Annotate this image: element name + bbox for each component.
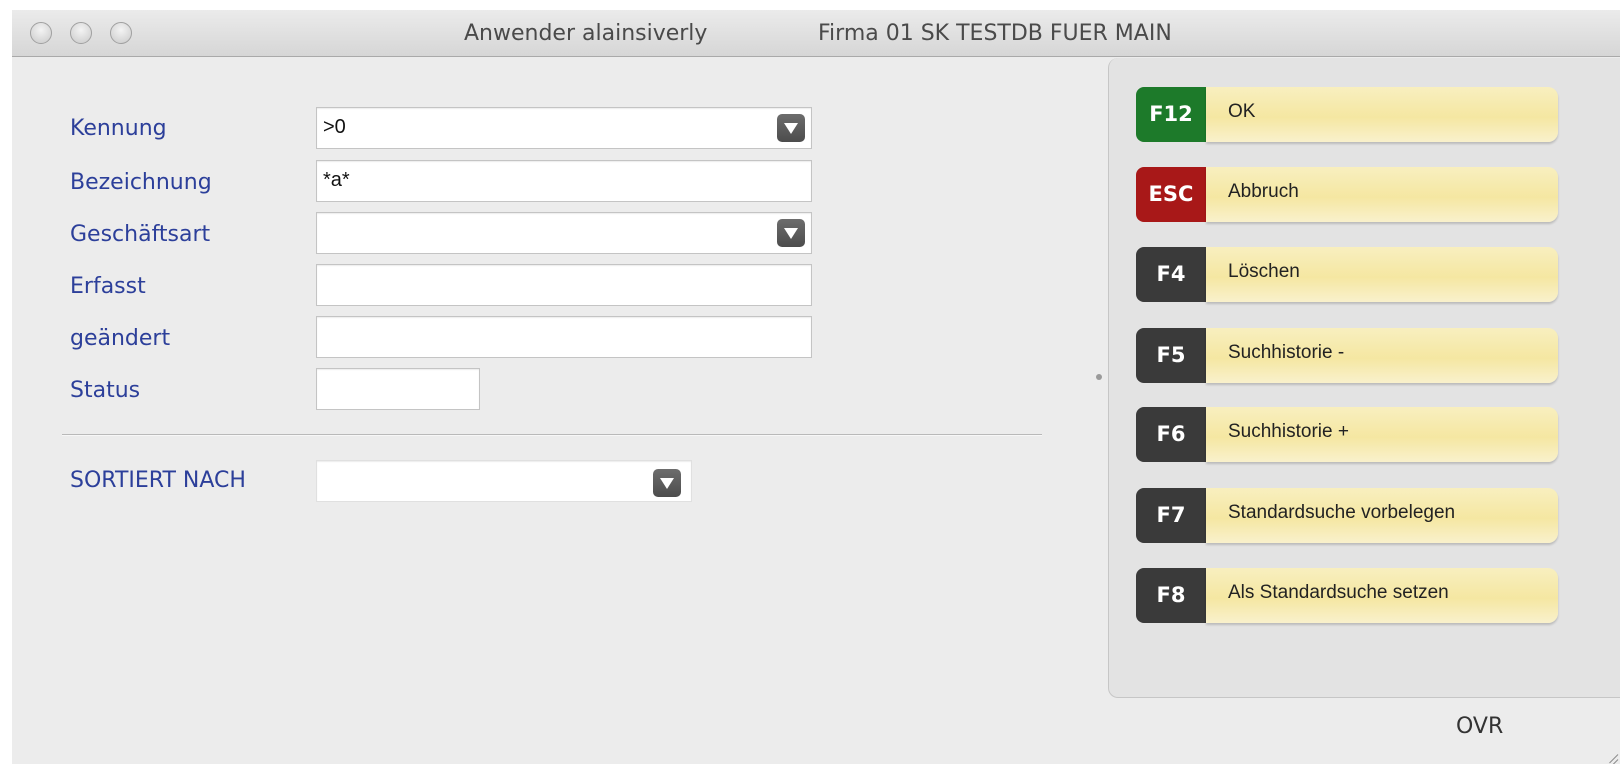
f12-key-badge: F12 xyxy=(1136,87,1206,142)
ok-button-label: OK xyxy=(1206,87,1558,142)
loeschen-button[interactable]: F4 Löschen xyxy=(1136,247,1558,302)
standardsuche-vorbelegen-button-label: Standardsuche vorbelegen xyxy=(1206,488,1558,543)
abbruch-button[interactable]: ESC Abbruch xyxy=(1136,167,1558,222)
kennung-value: >0 xyxy=(323,116,346,138)
esc-key-badge: ESC xyxy=(1136,167,1206,222)
als-standardsuche-setzen-button-label: Als Standardsuche setzen xyxy=(1206,568,1558,623)
window-title-user: Anwender alainsiverly xyxy=(464,21,708,46)
window-titlebar[interactable]: Anwender alainsiverly Firma 01 SK TESTDB… xyxy=(12,10,1620,57)
erfasst-input[interactable] xyxy=(316,264,812,306)
overwrite-mode-indicator: OVR xyxy=(1456,714,1504,739)
geschaeftsart-select[interactable] xyxy=(316,212,812,254)
sortiert-nach-label: SORTIERT NACH xyxy=(70,468,246,493)
f8-key-badge: F8 xyxy=(1136,568,1206,623)
zoom-window-icon[interactable] xyxy=(110,22,132,44)
suchhistorie-plus-button-label: Suchhistorie + xyxy=(1206,407,1558,462)
loeschen-button-label: Löschen xyxy=(1206,247,1558,302)
kennung-select[interactable]: >0 xyxy=(316,107,812,149)
abbruch-button-label: Abbruch xyxy=(1206,167,1558,222)
chevron-down-icon[interactable] xyxy=(777,114,805,142)
chevron-down-icon[interactable] xyxy=(653,469,681,497)
suchhistorie-minus-button[interactable]: F5 Suchhistorie - xyxy=(1136,328,1558,383)
geschaeftsart-label: Geschäftsart xyxy=(70,222,211,247)
suchhistorie-minus-button-label: Suchhistorie - xyxy=(1206,328,1558,383)
minimize-window-icon[interactable] xyxy=(70,22,92,44)
window-title-company: Firma 01 SK TESTDB FUER MAIN xyxy=(818,21,1172,46)
als-standardsuche-setzen-button[interactable]: F8 Als Standardsuche setzen xyxy=(1136,568,1558,623)
form-divider xyxy=(62,434,1042,436)
close-window-icon[interactable] xyxy=(30,22,52,44)
bezeichnung-label: Bezeichnung xyxy=(70,170,212,195)
sortiert-nach-select[interactable] xyxy=(316,460,692,502)
f4-key-badge: F4 xyxy=(1136,247,1206,302)
erfasst-label: Erfasst xyxy=(70,274,146,299)
chevron-down-icon[interactable] xyxy=(777,219,805,247)
suchhistorie-plus-button[interactable]: F6 Suchhistorie + xyxy=(1136,407,1558,462)
f7-key-badge: F7 xyxy=(1136,488,1206,543)
f5-key-badge: F5 xyxy=(1136,328,1206,383)
status-input[interactable] xyxy=(316,368,480,410)
kennung-label: Kennung xyxy=(70,116,167,141)
splitter-handle[interactable] xyxy=(1096,374,1102,380)
standardsuche-vorbelegen-button[interactable]: F7 Standardsuche vorbelegen xyxy=(1136,488,1558,543)
f6-key-badge: F6 xyxy=(1136,407,1206,462)
bezeichnung-value: *a* xyxy=(323,169,350,191)
ok-button[interactable]: F12 OK xyxy=(1136,87,1558,142)
status-label: Status xyxy=(70,378,141,403)
geaendert-input[interactable] xyxy=(316,316,812,358)
search-dialog-window: Anwender alainsiverly Firma 01 SK TESTDB… xyxy=(12,10,1620,764)
resize-grip-icon[interactable] xyxy=(1600,744,1620,764)
geaendert-label: geändert xyxy=(70,326,171,351)
bezeichnung-input[interactable]: *a* xyxy=(316,160,812,202)
